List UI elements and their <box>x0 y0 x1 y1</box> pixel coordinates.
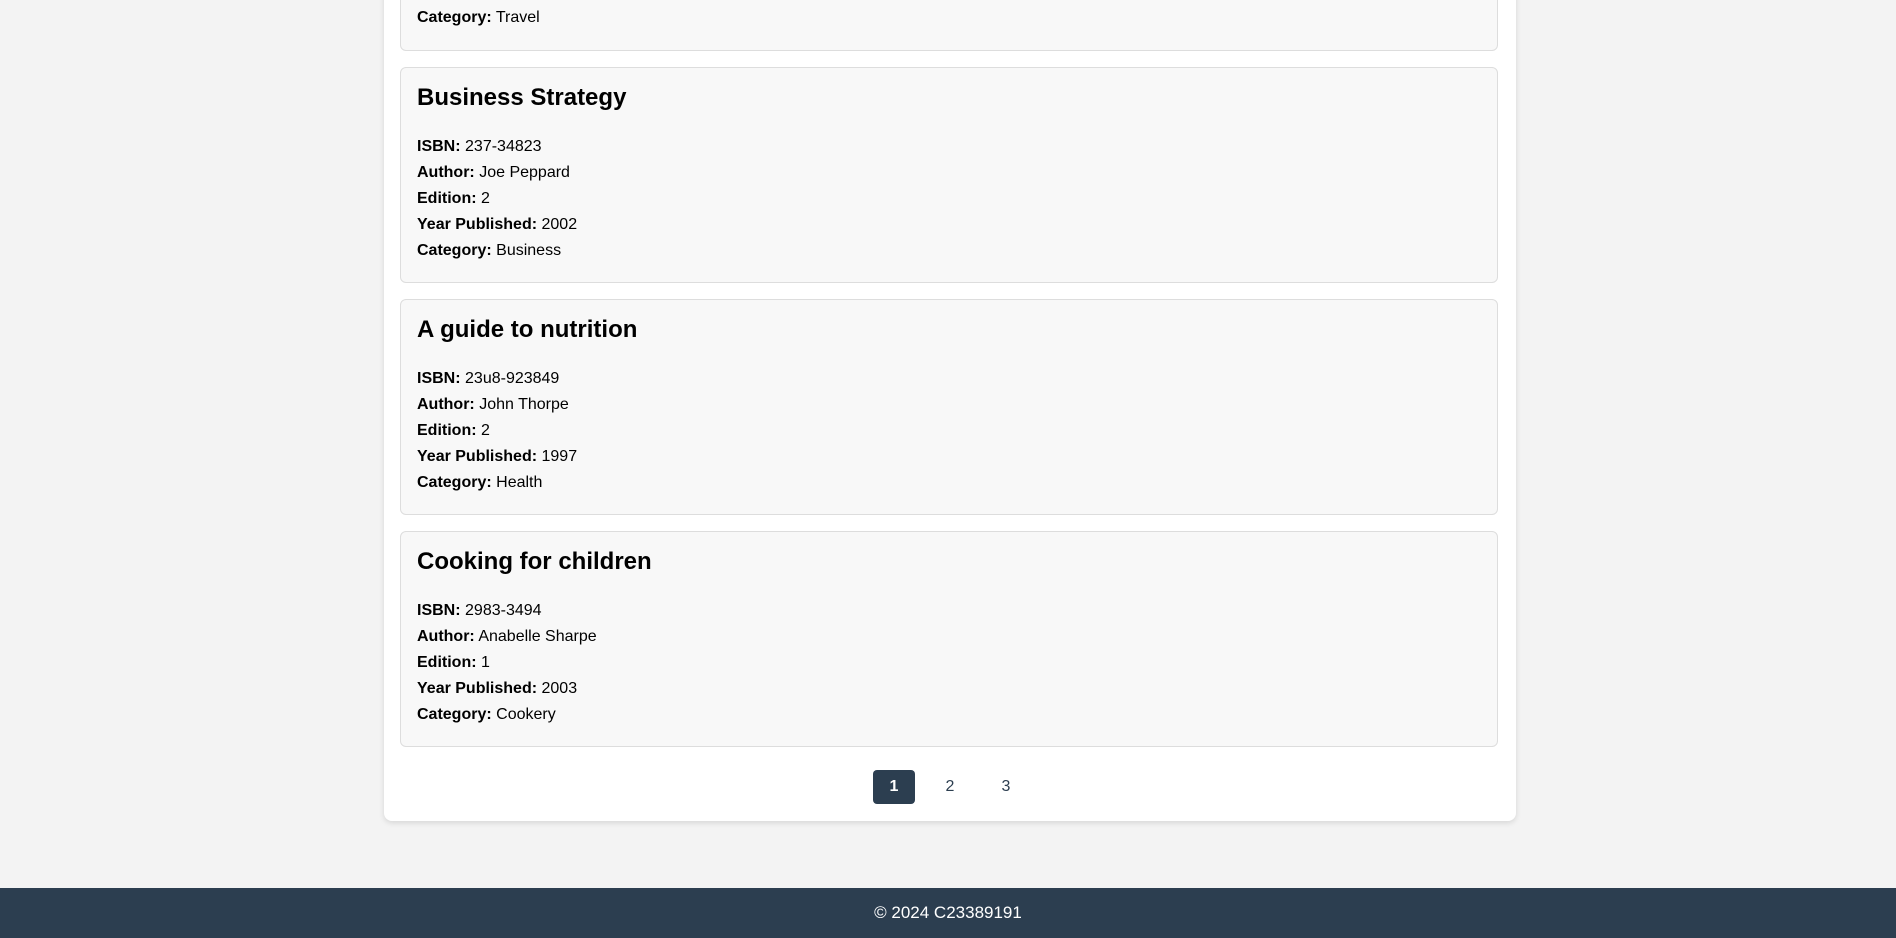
field-value: 1997 <box>541 448 578 465</box>
book-category: Category: Business <box>417 238 577 264</box>
page-button-2[interactable]: 2 <box>929 770 971 804</box>
field-label: Category: <box>417 706 492 723</box>
book-category: Category: Cookery <box>417 702 597 728</box>
book-edition: Edition: 2 <box>417 186 577 212</box>
field-value: Anabelle Sharpe <box>478 628 597 645</box>
field-label: Edition: <box>417 654 477 671</box>
field-label: Author: <box>417 396 475 413</box>
footer-copyright: © 2024 C23389191 <box>874 903 1022 922</box>
book-details: ISBN: 2983-3494 Author: Anabelle Sharpe … <box>417 598 597 728</box>
book-details: ISBN: 237-34823 Author: Joe Peppard Edit… <box>417 134 577 264</box>
field-value: 2983-3494 <box>465 602 542 619</box>
field-label: Author: <box>417 164 475 181</box>
book-list-container: Category: Travel Business Strategy ISBN:… <box>384 0 1516 821</box>
field-label: Year Published: <box>417 448 538 465</box>
book-title: Cooking for children <box>417 548 652 575</box>
book-category: Category: Health <box>417 470 577 496</box>
book-edition: Edition: 2 <box>417 418 577 444</box>
field-label: Category: <box>417 242 492 259</box>
field-value: 237-34823 <box>465 138 542 155</box>
book-details: Category: Travel <box>417 5 540 31</box>
pagination: 1 2 3 <box>384 770 1516 804</box>
book-year: Year Published: 2003 <box>417 676 597 702</box>
field-value: 23u8-923849 <box>465 370 560 387</box>
book-author: Author: John Thorpe <box>417 392 577 418</box>
field-value: John Thorpe <box>479 396 569 413</box>
book-card: Category: Travel <box>400 0 1498 51</box>
field-label: ISBN: <box>417 370 461 387</box>
field-value: 2 <box>481 190 490 207</box>
book-author: Author: Anabelle Sharpe <box>417 624 597 650</box>
book-author: Author: Joe Peppard <box>417 160 577 186</box>
book-isbn: ISBN: 23u8-923849 <box>417 366 577 392</box>
field-label: Year Published: <box>417 680 538 697</box>
field-value: Business <box>496 242 562 259</box>
field-value: Joe Peppard <box>479 164 570 181</box>
field-label: Year Published: <box>417 216 538 233</box>
field-label: Edition: <box>417 422 477 439</box>
page-button-1[interactable]: 1 <box>873 770 915 804</box>
book-card: Cooking for children ISBN: 2983-3494 Aut… <box>400 531 1498 747</box>
field-value: 2003 <box>541 680 578 697</box>
footer: © 2024 C23389191 <box>0 888 1896 938</box>
book-title: A guide to nutrition <box>417 316 638 343</box>
page-button-3[interactable]: 3 <box>985 770 1027 804</box>
book-year: Year Published: 1997 <box>417 444 577 470</box>
field-label: Author: <box>417 628 475 645</box>
field-label: Category: <box>417 474 492 491</box>
page: Category: Travel Business Strategy ISBN:… <box>0 0 1896 938</box>
field-value: 1 <box>481 654 490 671</box>
field-value: Travel <box>495 9 540 26</box>
book-isbn: ISBN: 237-34823 <box>417 134 577 160</box>
book-title: Business Strategy <box>417 84 627 111</box>
field-label: Category: <box>417 9 492 26</box>
field-value: Health <box>496 474 543 491</box>
field-value: 2 <box>481 422 490 439</box>
book-details: ISBN: 23u8-923849 Author: John Thorpe Ed… <box>417 366 577 496</box>
field-value: 2002 <box>541 216 578 233</box>
book-isbn: ISBN: 2983-3494 <box>417 598 597 624</box>
book-year: Year Published: 2002 <box>417 212 577 238</box>
book-card: Business Strategy ISBN: 237-34823 Author… <box>400 67 1498 283</box>
book-edition: Edition: 1 <box>417 650 597 676</box>
field-label: ISBN: <box>417 602 461 619</box>
field-label: ISBN: <box>417 138 461 155</box>
book-card: A guide to nutrition ISBN: 23u8-923849 A… <box>400 299 1498 515</box>
book-category: Category: Travel <box>417 5 540 31</box>
field-value: Cookery <box>496 706 556 723</box>
field-label: Edition: <box>417 190 477 207</box>
